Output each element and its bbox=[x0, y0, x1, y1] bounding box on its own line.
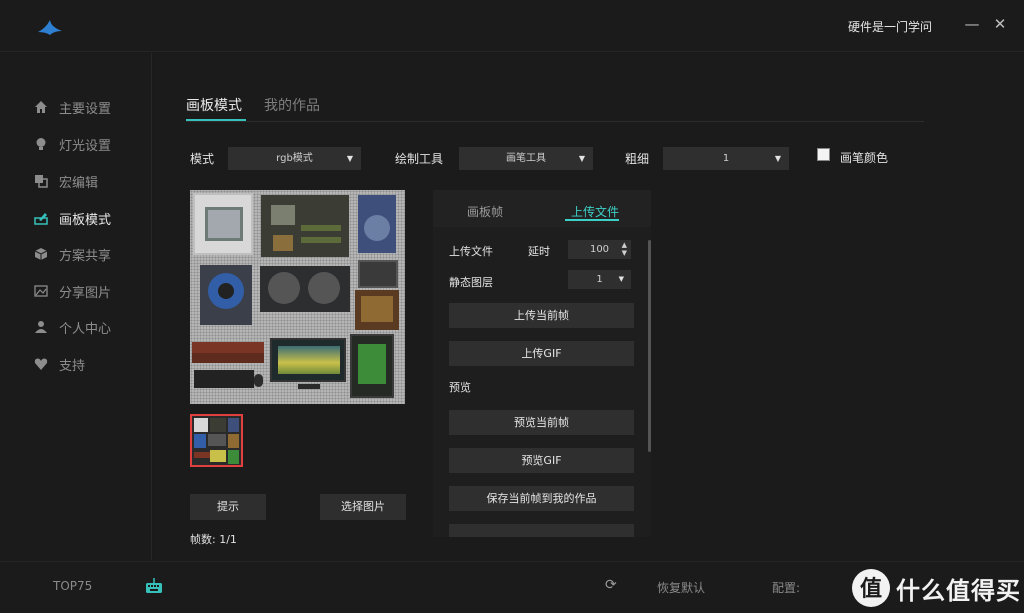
mode-select-value: rgb模式 bbox=[276, 153, 313, 164]
upload-gif-button[interactable]: 上传GIF bbox=[449, 341, 634, 366]
save-current-frame-button[interactable]: 保存当前帧到我的作品 bbox=[449, 486, 634, 511]
tool-label: 绘制工具 bbox=[395, 152, 444, 166]
sidebar-item-label: 主要设置 bbox=[59, 101, 112, 117]
motherboard-image bbox=[261, 195, 349, 257]
tool-select-value: 画笔工具 bbox=[506, 153, 546, 164]
cpu-image bbox=[193, 193, 253, 255]
size-select-value: 1 bbox=[722, 153, 730, 164]
keyboard-image bbox=[194, 370, 254, 388]
static-layer-value: 1 bbox=[596, 274, 603, 285]
macro-icon bbox=[35, 175, 48, 188]
tab-frames[interactable]: 画板帧 bbox=[467, 203, 503, 220]
sidebar-item-share-image[interactable]: 分享图片 bbox=[34, 281, 111, 301]
chevron-down-icon: ▼ bbox=[578, 154, 585, 163]
tab-upload-file[interactable]: 上传文件 bbox=[571, 203, 619, 220]
monitor-image bbox=[270, 338, 346, 382]
static-layer-label: 静态图层 bbox=[449, 276, 493, 289]
restore-default-button[interactable]: 恢复默认 bbox=[657, 579, 705, 596]
shark-logo-icon bbox=[38, 20, 62, 35]
upload-file-label: 上传文件 bbox=[449, 245, 493, 258]
chevron-down-icon: ▼ bbox=[774, 154, 781, 163]
frame-count: 帧数: 1/1 bbox=[190, 533, 237, 546]
title-bar: 硬件是一门学问 — ✕ bbox=[0, 0, 1024, 52]
watermark-text: 什么值得买 bbox=[896, 576, 1021, 605]
sidebar-item-share-scheme[interactable]: 方案共享 bbox=[34, 244, 111, 264]
size-select[interactable]: 1 ▼ bbox=[663, 147, 789, 170]
chevron-down-icon: ▼ bbox=[346, 154, 353, 163]
draw-icon bbox=[34, 213, 48, 225]
tool-select[interactable]: 画笔工具 ▼ bbox=[459, 147, 593, 170]
size-label: 粗细 bbox=[625, 152, 650, 166]
image-icon bbox=[34, 285, 48, 297]
tab-divider bbox=[186, 121, 924, 122]
monitor-stand-image bbox=[298, 384, 320, 389]
config-label: 配置: bbox=[772, 581, 801, 595]
watermark-logo-icon: 值 bbox=[852, 569, 890, 607]
cooler-image bbox=[200, 265, 252, 325]
sidebar-item-macro[interactable]: 宏编辑 bbox=[34, 171, 98, 191]
delay-stepper[interactable]: 100 ▲ ▼ bbox=[568, 240, 631, 259]
choose-image-button[interactable]: 选择图片 bbox=[320, 494, 406, 520]
mode-label: 模式 bbox=[190, 152, 215, 166]
home-icon bbox=[35, 101, 47, 113]
hdd-image bbox=[358, 195, 396, 253]
device-name: TOP75 bbox=[53, 579, 93, 593]
hint-button[interactable]: 提示 bbox=[190, 494, 266, 520]
close-button[interactable]: ✕ bbox=[991, 14, 1009, 34]
ram-image-2 bbox=[192, 353, 264, 363]
sidebar-item-support[interactable]: 支持 bbox=[34, 354, 85, 374]
keyboard-icon[interactable] bbox=[145, 577, 163, 594]
minimize-button[interactable]: — bbox=[963, 14, 981, 34]
preview-gif-button[interactable]: 预览GIF bbox=[449, 448, 634, 473]
main-content: 画板模式 我的作品 模式 rgb模式 ▼ 绘制工具 画笔工具 ▼ 粗细 1 ▼ … bbox=[153, 53, 1024, 560]
delay-value: 100 bbox=[589, 244, 610, 255]
user-name[interactable]: 硬件是一门学问 bbox=[848, 18, 932, 35]
stepper-arrows-icon[interactable]: ▲ ▼ bbox=[622, 241, 627, 257]
frame-thumbnail[interactable] bbox=[190, 414, 243, 467]
svg-text:值: 值 bbox=[860, 576, 882, 602]
sidebar-item-label: 宏编辑 bbox=[59, 175, 99, 191]
refresh-icon[interactable]: ⟳ bbox=[605, 577, 617, 593]
ssd-image bbox=[358, 260, 398, 288]
footer: TOP75 ⟳ 恢复默认 配置: 值 什么值得买 bbox=[0, 561, 1024, 613]
user-icon bbox=[35, 321, 47, 333]
brush-color-label: 画笔颜色 bbox=[840, 151, 889, 165]
tab-my-works[interactable]: 我的作品 bbox=[264, 95, 320, 115]
brush-color-checkbox[interactable] bbox=[817, 148, 830, 161]
sidebar-item-label: 方案共享 bbox=[59, 248, 112, 264]
sidebar-item-label: 分享图片 bbox=[59, 285, 112, 301]
watermark: 值 什么值得买 bbox=[852, 568, 1021, 608]
psu-image bbox=[355, 290, 399, 330]
preview-label: 预览 bbox=[449, 381, 471, 394]
sidebar-item-main-settings[interactable]: 主要设置 bbox=[34, 97, 111, 117]
mouse-image bbox=[254, 374, 263, 387]
panel-scrollbar[interactable] bbox=[648, 240, 651, 452]
sidebar-item-drawing[interactable]: 画板模式 bbox=[34, 208, 111, 228]
panel-tab-underline bbox=[565, 219, 619, 221]
delay-label: 延时 bbox=[528, 245, 550, 258]
upload-panel: 画板帧 上传文件 上传文件 延时 100 ▲ ▼ 静态图层 1 ▼ 上传当前帧 上… bbox=[433, 190, 651, 537]
case-image bbox=[350, 334, 394, 398]
sidebar: 主要设置 灯光设置 宏编辑 画板模式 方案共享 分享图片 个人中心 支持 bbox=[0, 53, 152, 560]
sidebar-item-label: 支持 bbox=[59, 358, 86, 374]
sidebar-item-label: 灯光设置 bbox=[59, 138, 112, 154]
next-button-partial[interactable] bbox=[449, 524, 634, 537]
drawing-canvas[interactable] bbox=[190, 190, 405, 404]
static-layer-select[interactable]: 1 ▼ bbox=[568, 270, 631, 289]
mode-select[interactable]: rgb模式 ▼ bbox=[228, 147, 361, 170]
sidebar-item-label: 个人中心 bbox=[59, 321, 112, 337]
chevron-down-icon: ▼ bbox=[618, 275, 624, 283]
cube-icon bbox=[34, 248, 48, 260]
bulb-icon bbox=[36, 138, 46, 150]
sidebar-item-lighting[interactable]: 灯光设置 bbox=[34, 134, 111, 154]
sidebar-item-profile[interactable]: 个人中心 bbox=[34, 317, 111, 337]
preview-current-frame-button[interactable]: 预览当前帧 bbox=[449, 410, 634, 435]
sidebar-item-label: 画板模式 bbox=[59, 212, 112, 228]
heart-icon bbox=[34, 358, 48, 370]
gpu-image bbox=[260, 266, 350, 312]
tab-drawing-mode[interactable]: 画板模式 bbox=[186, 95, 242, 115]
upload-current-frame-button[interactable]: 上传当前帧 bbox=[449, 303, 634, 328]
